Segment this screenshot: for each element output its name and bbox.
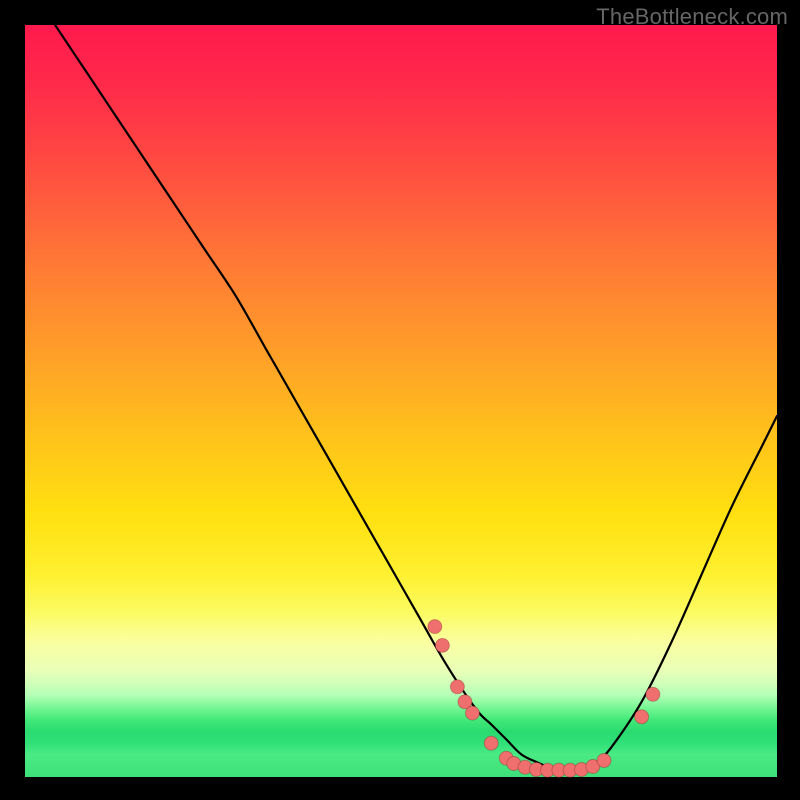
highlighted-points-group bbox=[428, 620, 660, 778]
highlight-dot bbox=[635, 710, 649, 724]
highlight-dot bbox=[428, 620, 442, 634]
highlight-dot bbox=[597, 754, 611, 768]
highlight-dot bbox=[646, 687, 660, 701]
bottleneck-curve bbox=[55, 25, 777, 770]
chart-svg bbox=[25, 25, 777, 777]
highlight-dot bbox=[450, 680, 464, 694]
plot-area bbox=[25, 25, 777, 777]
highlight-dot bbox=[484, 736, 498, 750]
highlight-dot bbox=[465, 706, 479, 720]
chart-frame: TheBottleneck.com bbox=[0, 0, 800, 800]
highlight-dot bbox=[435, 638, 449, 652]
